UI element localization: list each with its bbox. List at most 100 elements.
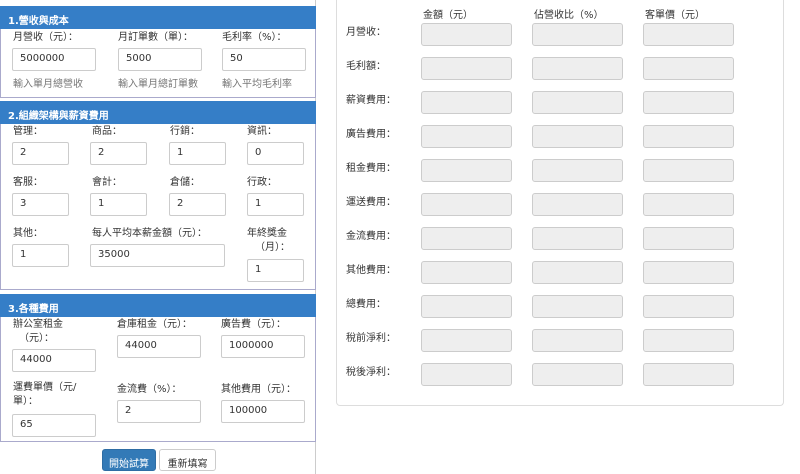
amount-output: [421, 57, 512, 80]
result-row-label: 月營收：: [346, 27, 386, 38]
office-rent-label-line2: （元）：: [19, 333, 54, 344]
unit-price-output: [643, 125, 734, 148]
margin-label: 毛利率（%）：: [222, 32, 287, 43]
payment-fee-input[interactable]: 2: [117, 400, 201, 423]
section-title-org: 2.組織架構與薪資費用: [0, 101, 316, 124]
section-title-costs: 3.各種費用: [0, 294, 316, 317]
result-row-label: 稅前淨利：: [346, 333, 396, 344]
other-staff-label: 其他：: [13, 228, 43, 239]
it-input[interactable]: 0: [247, 142, 304, 165]
result-row-label: 稅後淨利：: [346, 367, 396, 378]
amount-output: [421, 125, 512, 148]
admin-input[interactable]: 1: [247, 193, 304, 216]
input-form: 1.營收與成本 月營收（元）： 5000000 輸入單月總營收 月訂單數（單）：…: [0, 0, 316, 474]
orders-input[interactable]: 5000: [118, 48, 202, 71]
amount-output: [421, 227, 512, 250]
unit-price-output: [643, 363, 734, 386]
revenue-input[interactable]: 5000000: [12, 48, 96, 71]
shipping-label-line2: 單）：: [13, 396, 38, 407]
warehouse-rent-label: 倉庫租金（元）：: [117, 319, 192, 330]
product-label: 商品：: [92, 126, 122, 137]
accounting-label: 會計：: [92, 177, 122, 188]
other-cost-input[interactable]: 100000: [221, 400, 305, 423]
ratio-output: [532, 193, 623, 216]
unit-price-output: [643, 227, 734, 250]
ad-cost-label: 廣告費（元）：: [221, 319, 286, 330]
section-title-revenue: 1.營收與成本: [0, 6, 316, 29]
margin-input[interactable]: 50: [222, 48, 306, 71]
result-row-label: 毛利額：: [346, 61, 386, 72]
unit-price-output: [643, 261, 734, 284]
reset-form-button[interactable]: 重新填寫: [159, 449, 216, 471]
salary-label: 每人平均本薪金額（元）：: [92, 228, 207, 239]
ratio-output: [532, 261, 623, 284]
ratio-output: [532, 295, 623, 318]
unit-price-output: [643, 23, 734, 46]
warehouse-rent-input[interactable]: 44000: [117, 335, 201, 358]
ratio-output: [532, 329, 623, 352]
unit-price-output: [643, 193, 734, 216]
shipping-label-line1: 運費單價（元/: [13, 382, 77, 393]
unit-price-output: [643, 159, 734, 182]
start-calculation-button[interactable]: 開始試算: [102, 449, 156, 471]
marketing-label: 行銷：: [170, 126, 200, 137]
warehouse-input[interactable]: 2: [169, 193, 226, 216]
office-rent-label: 辦公室租金 （元）：: [13, 318, 63, 346]
cs-label: 客服：: [13, 177, 43, 188]
result-row-label: 運送費用：: [346, 197, 396, 208]
col-header-revenue-ratio: 佔營收比（%）: [534, 10, 604, 21]
office-rent-input[interactable]: 44000: [12, 349, 96, 372]
payment-fee-label: 金流費（%）：: [117, 384, 182, 395]
result-row-label: 總費用：: [346, 299, 386, 310]
other-cost-label: 其他費用（元）：: [221, 384, 296, 395]
amount-output: [421, 193, 512, 216]
orders-help: 輸入單月總訂單數: [118, 79, 198, 90]
bonus-label-line1: 年終獎金: [247, 228, 287, 239]
ratio-output: [532, 363, 623, 386]
it-label: 資訊：: [247, 126, 277, 137]
product-input[interactable]: 2: [90, 142, 147, 165]
office-rent-label-line1: 辦公室租金: [13, 319, 63, 330]
result-row-label: 薪資費用：: [346, 95, 396, 106]
ratio-output: [532, 91, 623, 114]
bonus-input[interactable]: 1: [247, 259, 304, 282]
amount-output: [421, 363, 512, 386]
other-staff-input[interactable]: 1: [12, 244, 69, 267]
amount-output: [421, 159, 512, 182]
unit-price-output: [643, 57, 734, 80]
revenue-help: 輸入單月總營收: [13, 79, 83, 90]
management-input[interactable]: 2: [12, 142, 69, 165]
ratio-output: [532, 159, 623, 182]
result-row-label: 金流費用：: [346, 231, 396, 242]
col-header-unit-price: 客單價（元）: [645, 10, 705, 21]
result-row-label: 廣告費用：: [346, 129, 396, 140]
ratio-output: [532, 227, 623, 250]
amount-output: [421, 261, 512, 284]
bonus-label: 年終獎金 （月）：: [247, 227, 290, 255]
amount-output: [421, 329, 512, 352]
amount-output: [421, 23, 512, 46]
ad-cost-input[interactable]: 1000000: [221, 335, 305, 358]
shipping-label: 運費單價（元/ 單）：: [13, 381, 76, 409]
ratio-output: [532, 57, 623, 80]
result-row-label: 其他費用：: [346, 265, 396, 276]
warehouse-label: 倉儲：: [170, 177, 200, 188]
unit-price-output: [643, 295, 734, 318]
bonus-label-line2: （月）：: [255, 242, 290, 253]
admin-label: 行政：: [247, 177, 277, 188]
ratio-output: [532, 125, 623, 148]
revenue-label: 月營收（元）：: [13, 32, 78, 43]
accounting-input[interactable]: 1: [90, 193, 147, 216]
orders-label: 月訂單數（單）：: [118, 32, 193, 43]
unit-price-output: [643, 91, 734, 114]
salary-input[interactable]: 35000: [90, 244, 225, 267]
ratio-output: [532, 23, 623, 46]
col-header-amount: 金額（元）: [423, 10, 473, 21]
management-label: 管理：: [13, 126, 43, 137]
shipping-input[interactable]: 65: [12, 414, 96, 437]
marketing-input[interactable]: 1: [169, 142, 226, 165]
amount-output: [421, 91, 512, 114]
amount-output: [421, 295, 512, 318]
result-row-label: 租金費用：: [346, 163, 396, 174]
cs-input[interactable]: 3: [12, 193, 69, 216]
